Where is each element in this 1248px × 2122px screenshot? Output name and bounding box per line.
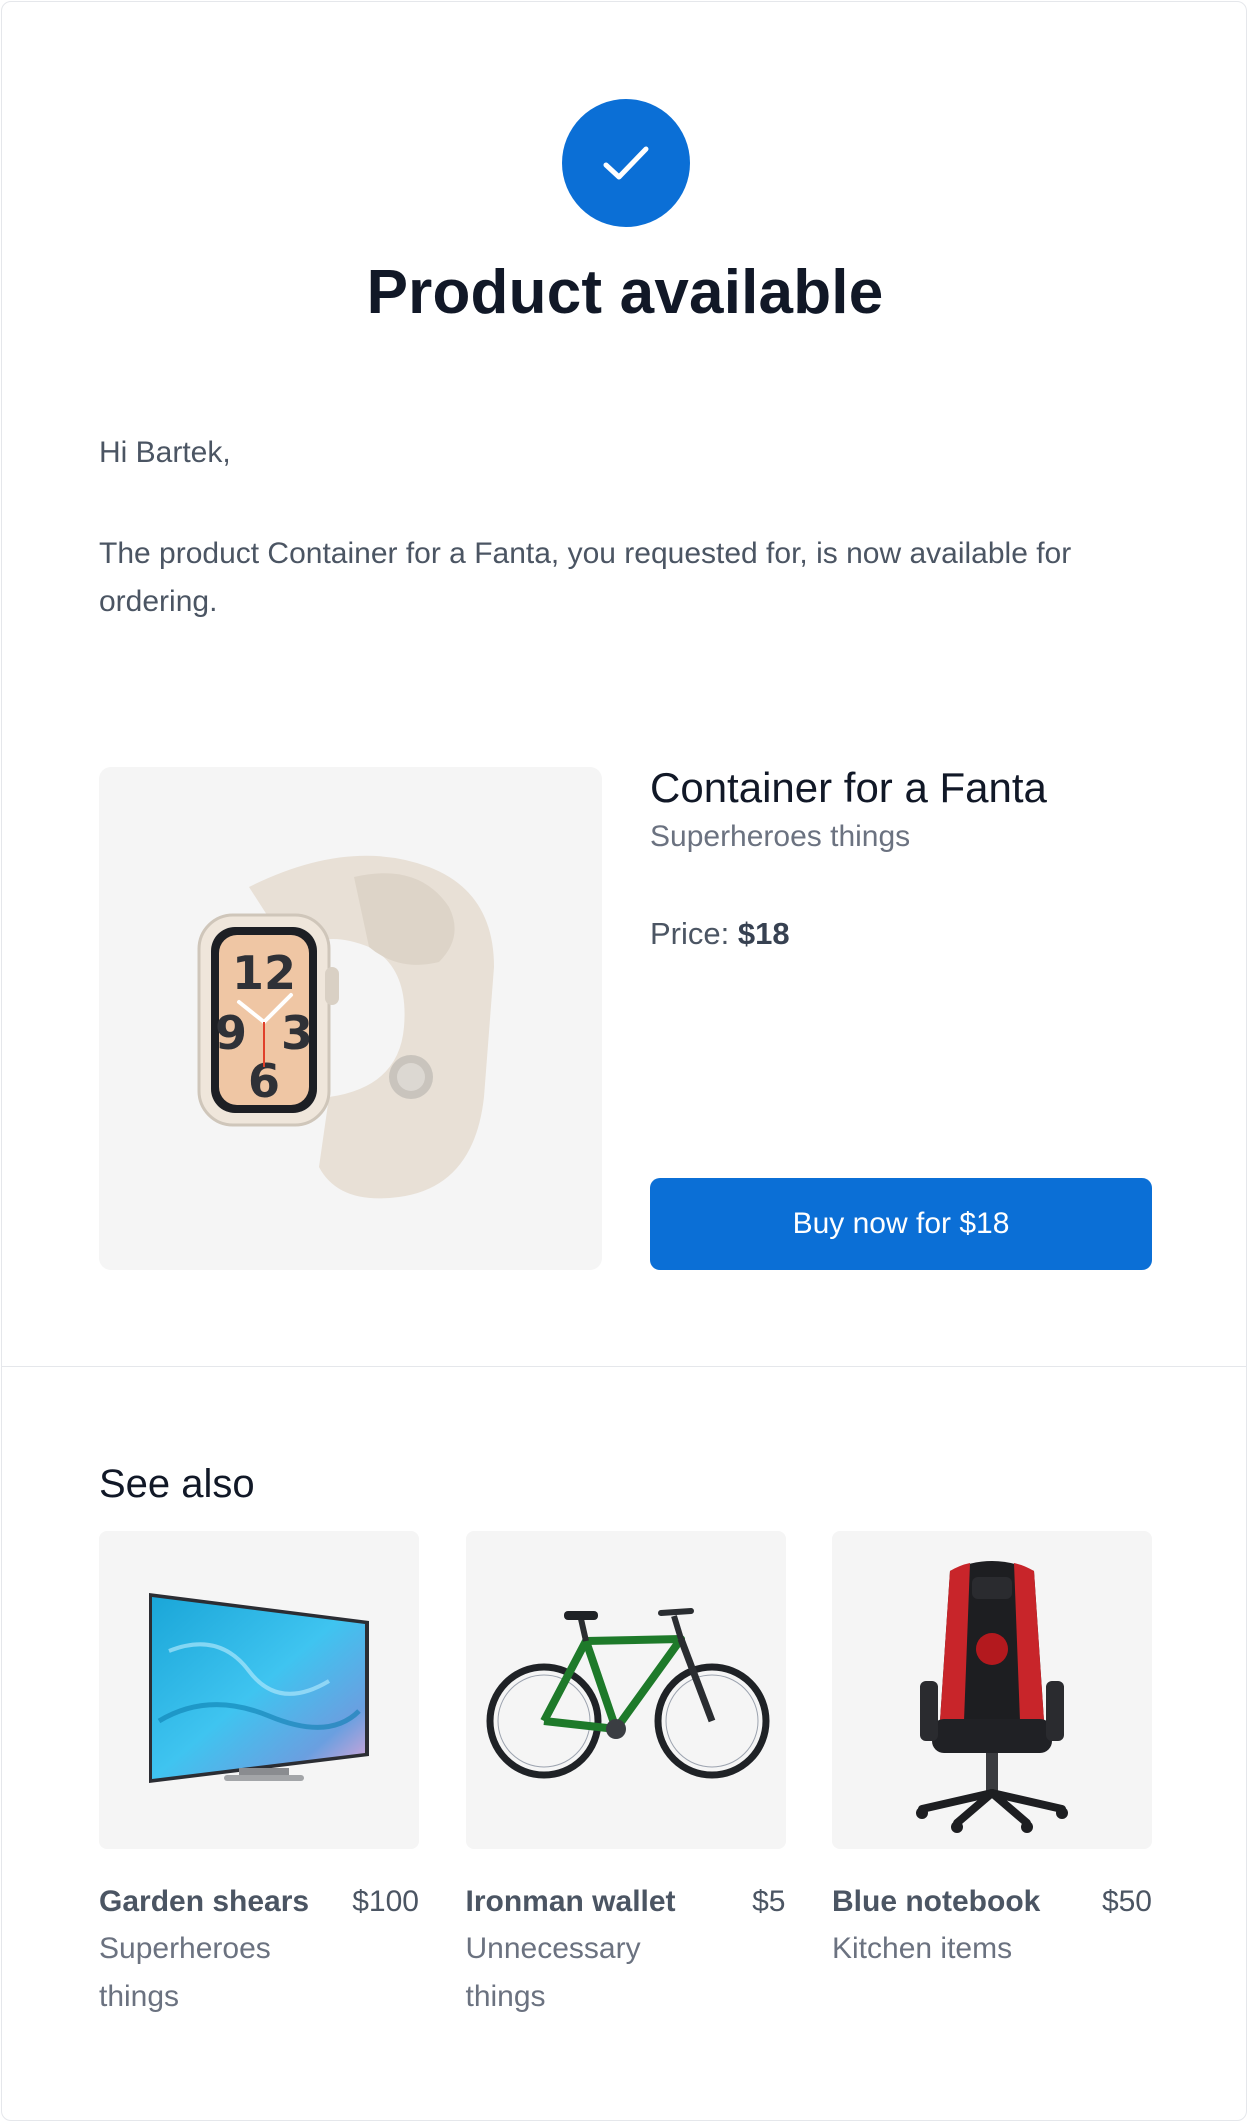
svg-text:12: 12: [232, 946, 296, 1000]
availability-message: The product Container for a Fanta, you r…: [99, 537, 1072, 618]
recommendation-image[interactable]: [99, 1531, 419, 1849]
recommendation-name[interactable]: Garden shears: [99, 1885, 309, 1919]
svg-text:9: 9: [215, 1006, 247, 1060]
recommendation-price: $50: [1101, 1885, 1152, 1918]
recommendation-item[interactable]: Garden shears $100 Superheroes things: [99, 1531, 419, 2021]
gaming-chair-icon: [916, 1561, 1068, 1833]
recommendation-category: Kitchen items: [832, 1932, 1013, 1965]
checkmark-icon: [603, 146, 649, 180]
recommendation-title-row: Blue notebook $50: [832, 1885, 1152, 1919]
recommendation-title-row: Ironman wallet $5: [466, 1885, 786, 1919]
recommendation-name[interactable]: Ironman wallet: [466, 1885, 676, 1919]
recommendation-category: Superheroes things: [99, 1932, 271, 2013]
recommendation-title-row: Garden shears $100: [99, 1885, 419, 1919]
recommendation-item[interactable]: Blue notebook $50 Kitchen items: [832, 1531, 1152, 2021]
product-image[interactable]: 12 9 3 6: [99, 767, 602, 1270]
recommendation-name[interactable]: Blue notebook: [832, 1885, 1040, 1919]
price-label: Price:: [650, 916, 730, 951]
greeting-text: Hi Bartek,: [99, 436, 231, 469]
product-category: Superheroes things: [650, 820, 911, 853]
price-value: $18: [737, 916, 790, 951]
section-divider: [2, 1366, 1246, 1367]
television-icon: [149, 1593, 369, 1783]
smartwatch-icon: 12 9 3 6: [197, 855, 494, 1199]
recommendation-image[interactable]: [465, 1531, 786, 1849]
recommendation-category: Unnecessary things: [465, 1932, 641, 2013]
email-card: Product available Hi Bartek, The product…: [1, 1, 1247, 2121]
success-badge: [562, 99, 690, 227]
buy-now-button[interactable]: Buy now for $18: [650, 1178, 1152, 1270]
recommendation-price: $100: [352, 1885, 419, 1918]
svg-text:3: 3: [281, 1006, 313, 1060]
recommendations-grid: Garden shears $100 Superheroes things Ir…: [99, 1531, 1152, 2021]
recommendation-image[interactable]: [832, 1531, 1152, 1849]
product-name: Container for a Fanta: [650, 764, 1047, 811]
page-title: Product available: [366, 258, 884, 327]
recommendation-item[interactable]: Ironman wallet $5 Unnecessary things: [465, 1531, 786, 2021]
price-line: Price: $18: [650, 916, 790, 952]
recommendation-price: $5: [752, 1885, 786, 1918]
bicycle-icon: [486, 1608, 769, 1779]
see-also-heading: See also: [99, 1462, 255, 1506]
